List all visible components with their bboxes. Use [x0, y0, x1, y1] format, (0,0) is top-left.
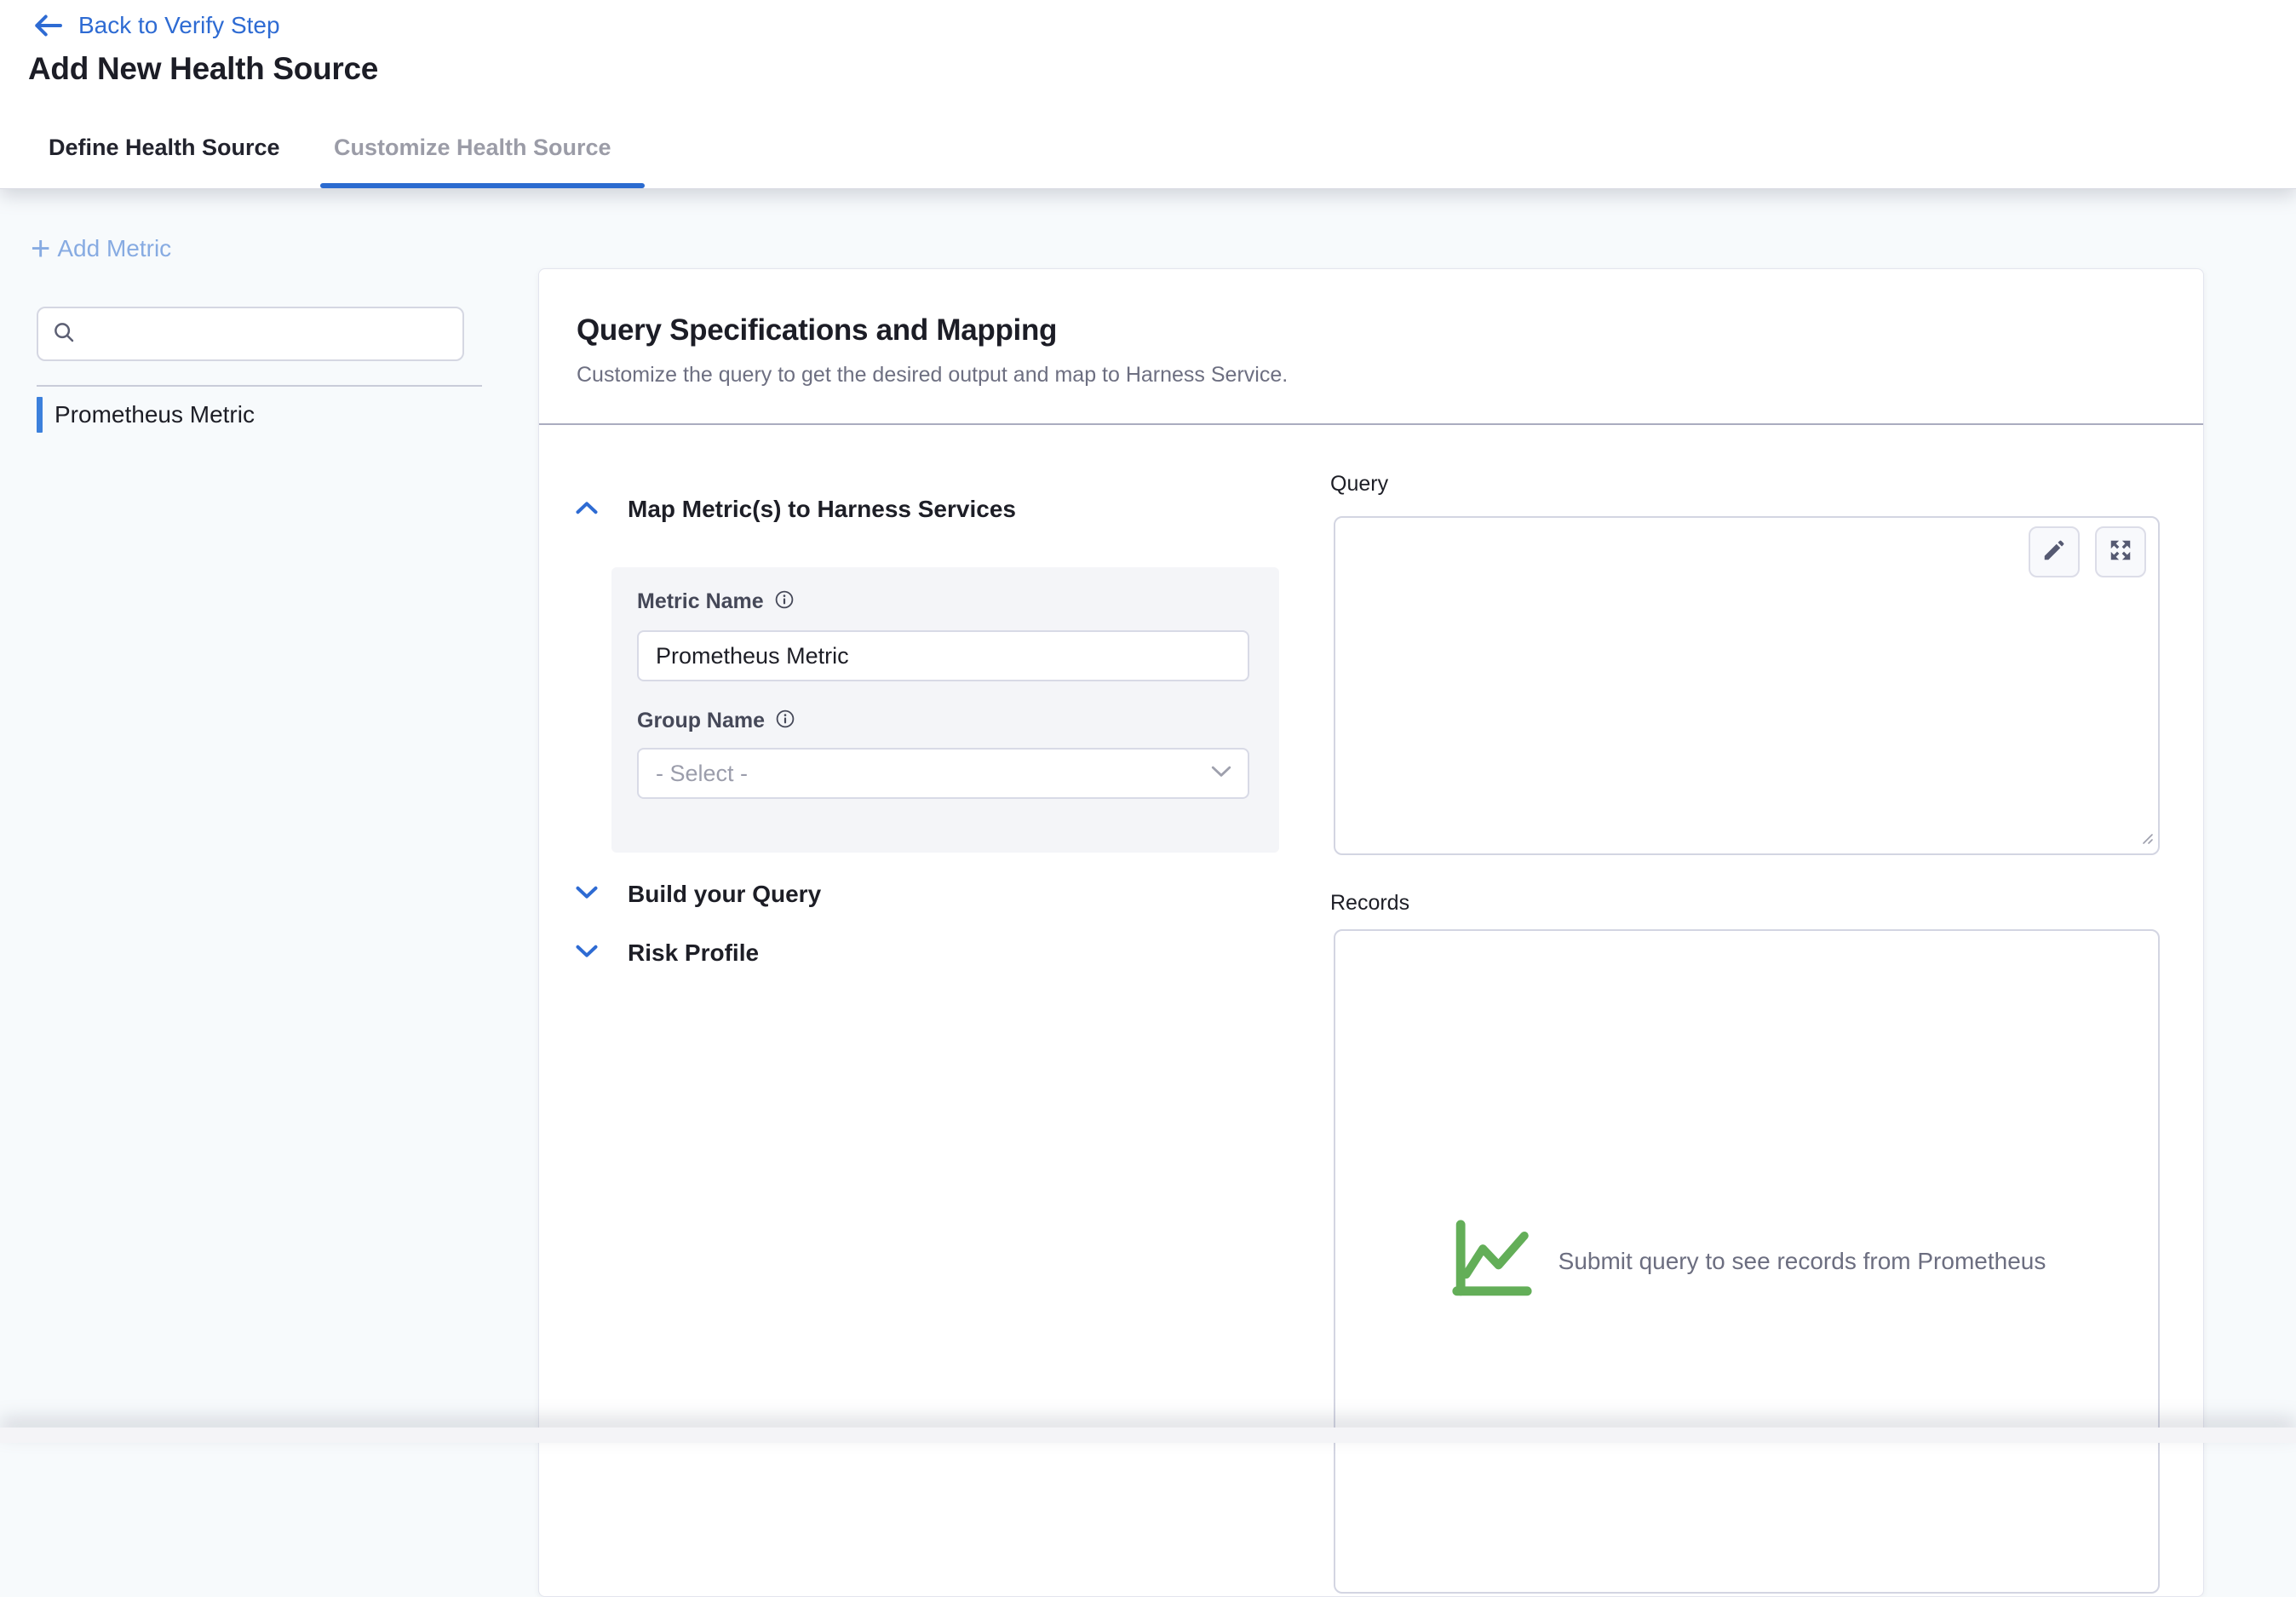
tab-define-health-source[interactable]: Define Health Source — [49, 135, 280, 161]
expand-query-button[interactable] — [2095, 526, 2146, 577]
chevron-down-icon — [575, 883, 599, 906]
metric-item-label: Prometheus Metric — [55, 401, 255, 428]
section-risk-profile-toggle[interactable]: Risk Profile — [575, 939, 759, 967]
records-empty-text: Submit query to see records from Prometh… — [1558, 1248, 2046, 1275]
fullscreen-icon — [2108, 537, 2133, 567]
metric-name-label-row: Metric Name — [637, 589, 795, 614]
records-empty-state: Submit query to see records from Prometh… — [1334, 929, 2160, 1594]
add-metric-button[interactable]: + Add Metric — [31, 233, 171, 264]
chevron-down-icon — [575, 942, 599, 965]
sidebar-divider — [37, 385, 482, 387]
panel-divider — [539, 423, 2203, 425]
edit-query-button[interactable] — [2029, 526, 2080, 577]
line-chart-icon — [1448, 1217, 1536, 1307]
section-label: Risk Profile — [628, 939, 759, 967]
chevron-down-icon — [1210, 764, 1232, 784]
info-icon[interactable] — [775, 709, 795, 733]
query-label: Query — [1330, 472, 1388, 497]
section-build-query-toggle[interactable]: Build your Query — [575, 881, 821, 908]
metric-search-box — [37, 307, 464, 361]
select-placeholder: - Select - — [656, 761, 748, 787]
section-map-metrics-toggle[interactable]: Map Metric(s) to Harness Services — [575, 496, 1016, 523]
sidebar-item-prometheus-metric[interactable]: Prometheus Metric — [37, 395, 255, 434]
section-label: Map Metric(s) to Harness Services — [628, 496, 1016, 523]
metric-name-label: Metric Name — [637, 589, 764, 614]
group-name-label-row: Group Name — [637, 709, 795, 733]
metric-name-input[interactable] — [637, 630, 1249, 681]
section-label: Build your Query — [628, 881, 821, 908]
panel-title: Query Specifications and Mapping — [577, 313, 1057, 348]
page-title: Add New Health Source — [28, 51, 378, 87]
page-header: Back to Verify Step Add New Health Sourc… — [0, 0, 2296, 189]
arrow-left-icon — [32, 13, 63, 38]
back-to-verify-link[interactable]: Back to Verify Step — [32, 12, 280, 39]
tab-customize-health-source[interactable]: Customize Health Source — [334, 135, 611, 161]
records-label: Records — [1330, 891, 1409, 916]
query-specifications-panel: Query Specifications and Mapping Customi… — [538, 268, 2204, 1597]
info-icon[interactable] — [774, 589, 795, 614]
plus-icon: + — [31, 233, 50, 264]
metric-search-input[interactable] — [87, 321, 462, 348]
chevron-up-icon — [575, 498, 599, 521]
panel-subtitle: Customize the query to get the desired o… — [577, 363, 1288, 388]
back-link-label: Back to Verify Step — [78, 12, 280, 39]
active-tab-underline — [320, 183, 645, 188]
search-icon — [51, 319, 77, 349]
group-name-label: Group Name — [637, 709, 765, 733]
textarea-resize-handle[interactable] — [2138, 830, 2154, 849]
selected-indicator-bar — [37, 397, 43, 433]
group-name-select[interactable]: - Select - — [637, 748, 1249, 799]
pencil-icon — [2041, 537, 2067, 567]
map-metrics-card: Metric Name Group Name - Select - — [611, 567, 1279, 853]
query-editor-box — [1334, 516, 2160, 855]
bottom-bar — [0, 1428, 2296, 1443]
add-metric-label: Add Metric — [57, 235, 171, 262]
